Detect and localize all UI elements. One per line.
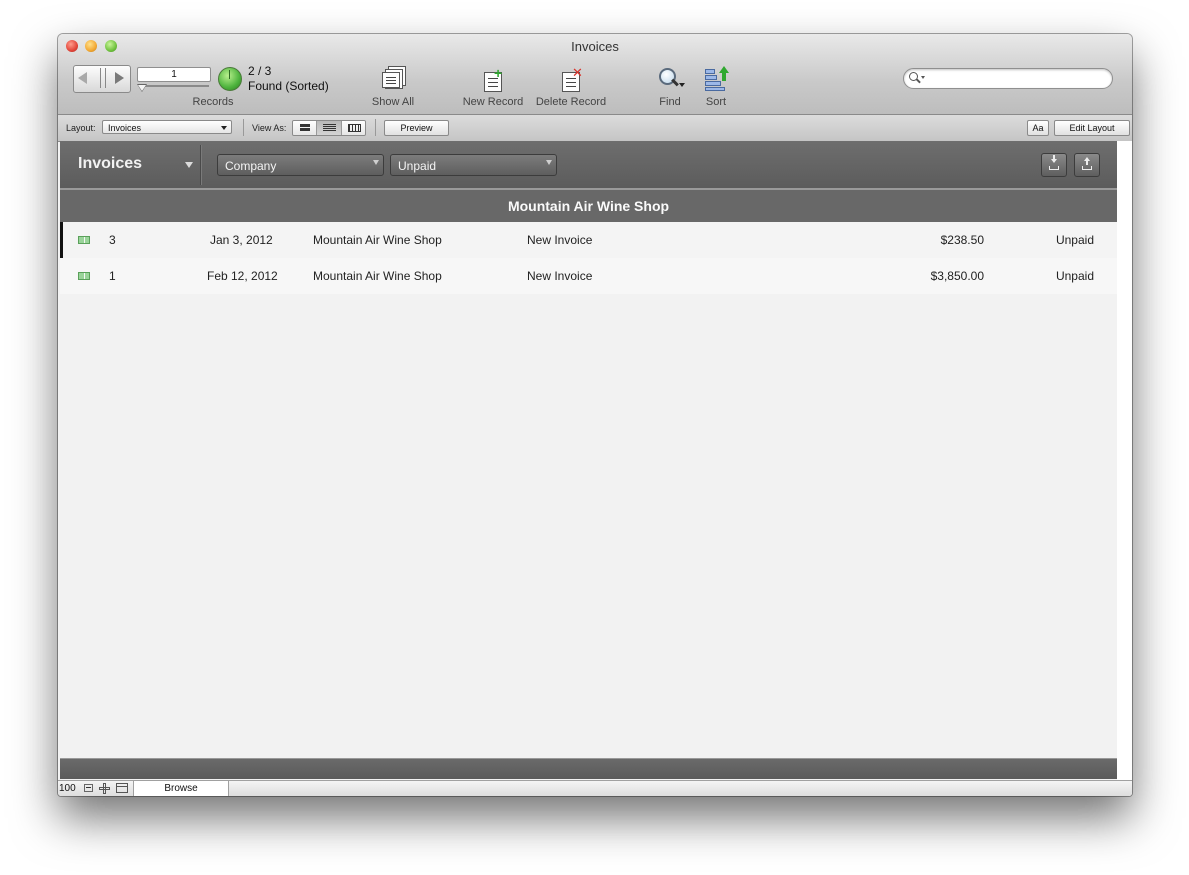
status-filter-dropdown[interactable]: Unpaid <box>390 154 557 176</box>
delete-record-button[interactable]: ✕ Delete Record <box>532 66 610 108</box>
invoices-window: Invoices 1 2 / 3 Found (Sorted) Records … <box>58 34 1132 796</box>
found-set-pie-icon[interactable] <box>218 67 242 91</box>
quick-find-search[interactable] <box>903 68 1113 89</box>
show-all-icon <box>380 66 406 92</box>
record-icon[interactable] <box>78 236 90 244</box>
delete-record-icon: ✕ <box>558 66 584 92</box>
layout-bar: Layout: Invoices View As: Preview Aa Edi… <box>58 115 1132 142</box>
current-record-field[interactable]: 1 <box>137 67 211 82</box>
invoice-number: 1 <box>109 269 116 283</box>
invoice-company: Mountain Air Wine Shop <box>313 233 442 247</box>
company-filter-dropdown[interactable]: Company <box>217 154 384 176</box>
footer-band <box>60 758 1117 779</box>
view-as-table-button[interactable] <box>341 121 365 135</box>
record-navigator <box>73 65 131 93</box>
new-record-icon: + <box>480 66 506 92</box>
preview-button[interactable]: Preview <box>384 120 449 136</box>
new-record-button[interactable]: + New Record <box>459 66 527 108</box>
table-view-icon <box>347 124 361 132</box>
found-count: 2 / 3 <box>248 64 272 78</box>
invoice-date: Jan 3, 2012 <box>210 233 273 247</box>
view-as-segmented-control <box>292 120 366 136</box>
records-label: Records <box>192 96 234 108</box>
find-magnifier-icon <box>657 66 685 92</box>
invoice-number: 3 <box>109 233 116 247</box>
layout-select[interactable]: Invoices <box>102 120 232 134</box>
view-as-list-button[interactable] <box>317 121 342 135</box>
text-formatting-button[interactable]: Aa <box>1027 120 1049 136</box>
invoice-date: Feb 12, 2012 <box>207 269 278 283</box>
toolbar: Invoices 1 2 / 3 Found (Sorted) Records … <box>58 34 1132 115</box>
search-input[interactable] <box>930 70 1109 88</box>
form-view-icon <box>300 124 310 131</box>
chevron-down-icon <box>373 160 379 165</box>
status-filter-value: Unpaid <box>398 159 437 173</box>
export-icon <box>1082 157 1092 170</box>
sort-label: Sort <box>705 96 727 108</box>
export-button[interactable] <box>1074 153 1100 177</box>
header-title: Invoices <box>78 155 143 172</box>
zoom-out-icon[interactable] <box>84 784 93 792</box>
group-header: Mountain Air Wine Shop <box>60 190 1117 222</box>
header-menu-chevron-icon[interactable] <box>185 162 193 168</box>
record-icon[interactable] <box>78 272 90 280</box>
list-view-icon <box>323 124 337 132</box>
show-all-label: Show All <box>371 96 415 108</box>
zoom-in-icon[interactable] <box>99 783 110 794</box>
import-icon <box>1049 155 1059 170</box>
invoice-status: Unpaid <box>1055 233 1094 247</box>
view-as-label: View As: <box>252 123 287 133</box>
zoom-level[interactable]: 100 <box>59 783 76 794</box>
status-bar: 100 Browse <box>58 780 1132 796</box>
toggle-toolbar-icon[interactable] <box>116 783 128 793</box>
show-all-button[interactable]: Show All <box>363 66 423 108</box>
layout-label: Layout: <box>66 123 96 133</box>
previous-record-icon[interactable] <box>78 72 87 84</box>
divider <box>243 119 244 136</box>
mode-popup[interactable]: Browse <box>133 781 229 796</box>
found-status: Found (Sorted) <box>248 79 329 93</box>
divider <box>375 119 376 136</box>
chevron-down-icon <box>546 160 552 165</box>
edit-layout-button[interactable]: Edit Layout <box>1054 120 1130 136</box>
import-button[interactable] <box>1041 153 1067 177</box>
invoice-type: New Invoice <box>527 233 593 247</box>
find-button[interactable]: Find <box>652 66 688 108</box>
window-title: Invoices <box>571 39 619 54</box>
invoice-status: Unpaid <box>1055 269 1094 283</box>
layout-select-value: Invoices <box>108 123 142 133</box>
invoice-type: New Invoice <box>527 269 593 283</box>
current-record-indicator <box>60 222 63 258</box>
view-as-form-button[interactable] <box>293 121 318 135</box>
invoice-amount: $238.50 <box>940 233 984 247</box>
find-dropdown-icon[interactable] <box>679 83 685 87</box>
sort-icon <box>703 66 729 92</box>
content-header: Invoices Company Unpaid <box>60 141 1117 190</box>
invoice-amount: $3,850.00 <box>930 269 984 283</box>
delete-record-label: Delete Record <box>535 96 607 108</box>
book-spine-icon <box>100 68 106 88</box>
next-record-icon[interactable] <box>115 72 124 84</box>
record-slider-thumb[interactable] <box>137 84 147 92</box>
find-label: Find <box>659 96 681 108</box>
chevron-down-icon <box>221 126 227 130</box>
invoice-company: Mountain Air Wine Shop <box>313 269 442 283</box>
company-filter-value: Company <box>225 159 277 173</box>
new-record-label: New Record <box>462 96 524 108</box>
table-row[interactable]: 1 Feb 12, 2012 Mountain Air Wine Shop Ne… <box>60 258 1117 294</box>
table-row[interactable]: 3 Jan 3, 2012 Mountain Air Wine Shop New… <box>60 222 1117 258</box>
header-divider <box>200 145 201 185</box>
vertical-scrollbar[interactable] <box>1117 141 1132 796</box>
list-content-area: Invoices Company Unpaid Mountain Air Win… <box>60 141 1117 796</box>
sort-button[interactable]: Sort <box>701 66 731 108</box>
search-icon[interactable] <box>909 72 927 85</box>
record-slider-track[interactable] <box>139 85 209 87</box>
